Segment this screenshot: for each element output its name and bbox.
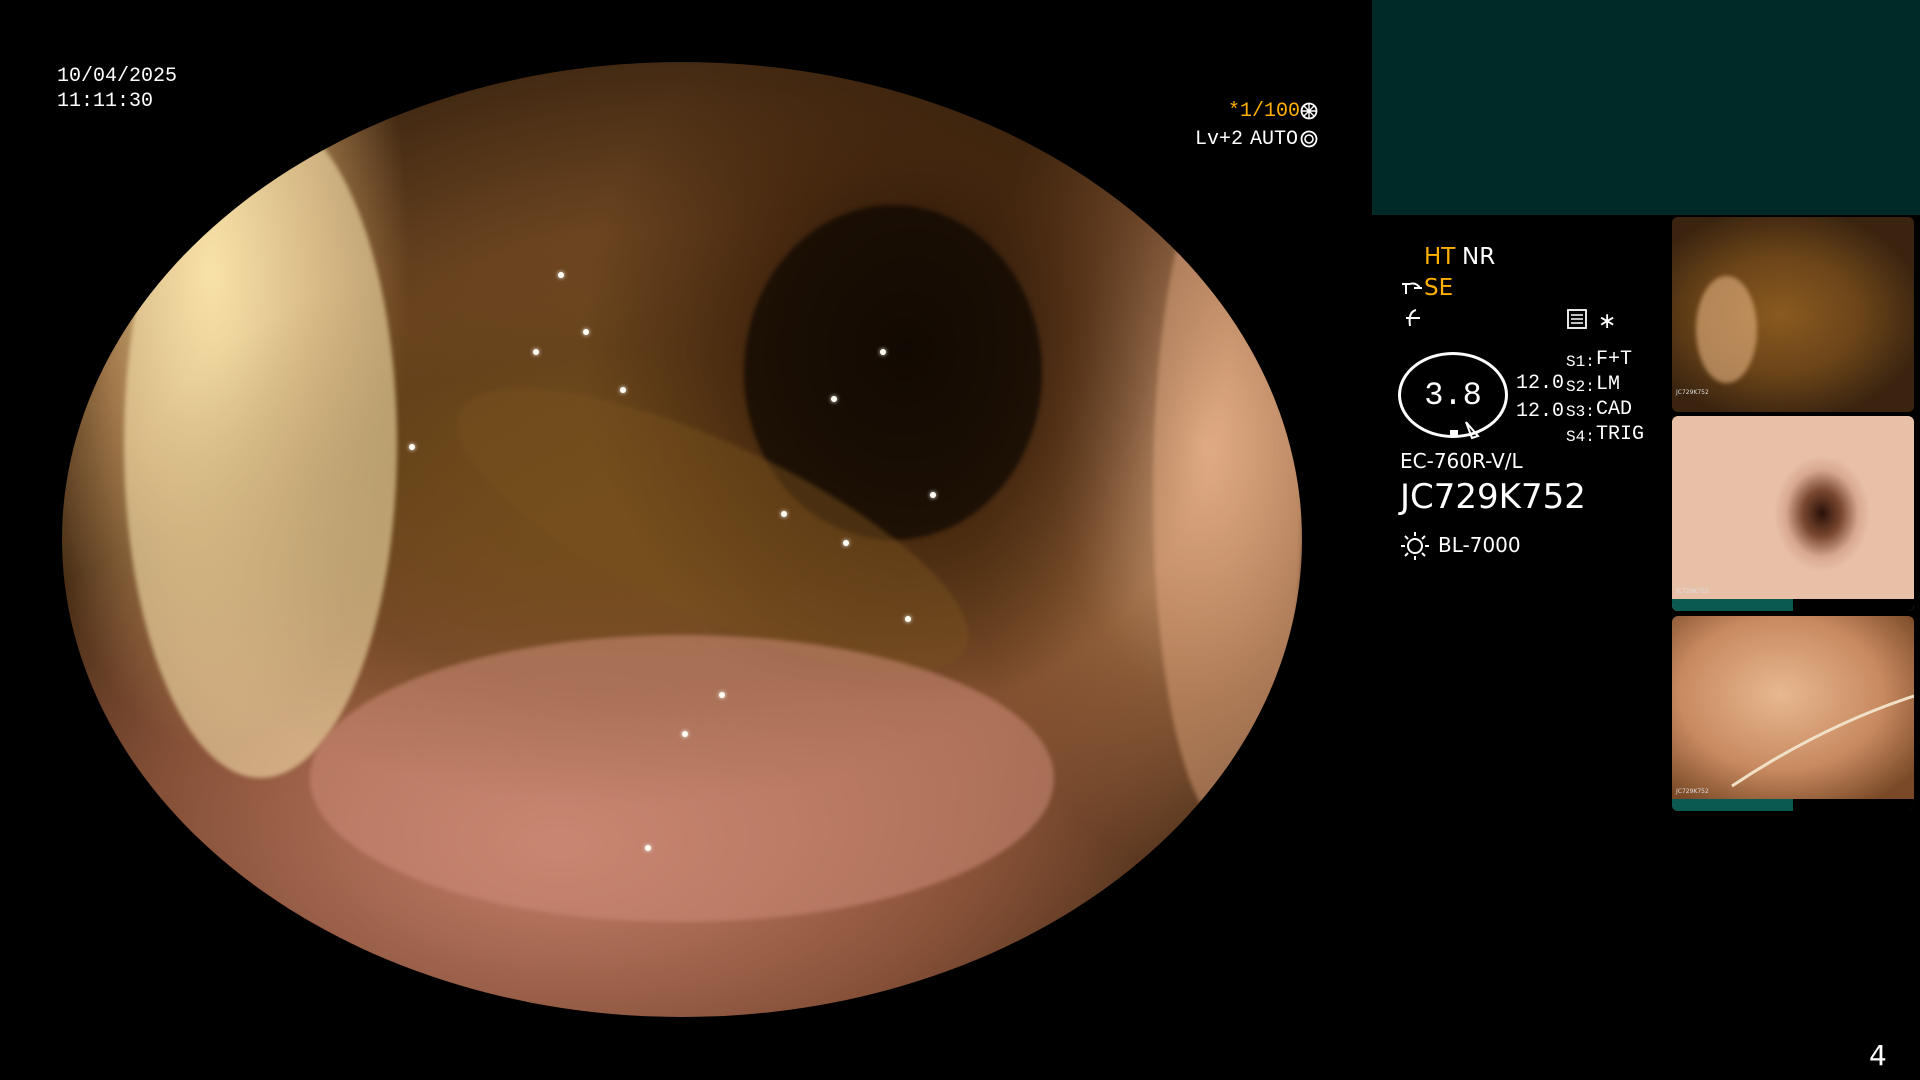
thumbnail-3-serial: JC729K752	[1676, 788, 1709, 795]
thumbnail-2[interactable]: JC729K752	[1672, 416, 1914, 611]
zoom-value: 3.8	[1424, 376, 1482, 414]
switch-key-3: S3:	[1566, 403, 1595, 421]
info-panel-header	[1372, 0, 1920, 215]
mode-label: AUTO	[1250, 128, 1299, 151]
switch-value-4: TRIG	[1596, 423, 1645, 446]
asterisk-icon: ∗	[1598, 309, 1617, 334]
date-label: 10/04/2025	[57, 65, 178, 88]
ht-label: HT	[1424, 244, 1456, 270]
time-label: 11:11:30	[57, 90, 154, 113]
light-source-label: BL-7000	[1438, 533, 1521, 557]
serial-label: JC729K752	[1400, 477, 1586, 517]
level-label: Lv+2	[1195, 128, 1244, 151]
thumbnail-1[interactable]: JC729K752	[1672, 217, 1914, 412]
shutter-label: *1/100	[1228, 100, 1301, 123]
structure-icon	[1400, 278, 1424, 302]
switch-value-3: CAD	[1596, 398, 1633, 421]
record-icon	[1566, 308, 1588, 334]
zoom-left-value-1: 12.0	[1516, 372, 1565, 395]
iris-icon	[1300, 130, 1318, 152]
zoom-left-value-2: 12.0	[1516, 400, 1565, 423]
color-mode-icon	[1402, 308, 1424, 332]
thumbnail-1-serial: JC729K752	[1676, 389, 1709, 396]
switch-value-2: LM	[1596, 373, 1621, 396]
se-label: SE	[1424, 275, 1454, 301]
switch-value-1: F+T	[1596, 348, 1633, 371]
switch-key-1: S1:	[1566, 353, 1595, 371]
nr-label: NR	[1462, 244, 1496, 270]
shutter-icon	[1300, 102, 1318, 124]
thumbnail-3[interactable]: JC729K752	[1672, 616, 1914, 811]
switch-key-4: S4:	[1566, 428, 1595, 446]
endoscope-main-view	[62, 62, 1302, 1017]
scope-model-label: EC-760R-V/L	[1400, 449, 1523, 473]
thumbnail-2-serial: JC729K752	[1676, 588, 1709, 595]
page-number: 4	[1869, 1039, 1887, 1072]
light-source-icon	[1400, 531, 1430, 565]
switch-key-2: S2:	[1566, 378, 1595, 396]
zoom-icon	[1448, 418, 1484, 444]
